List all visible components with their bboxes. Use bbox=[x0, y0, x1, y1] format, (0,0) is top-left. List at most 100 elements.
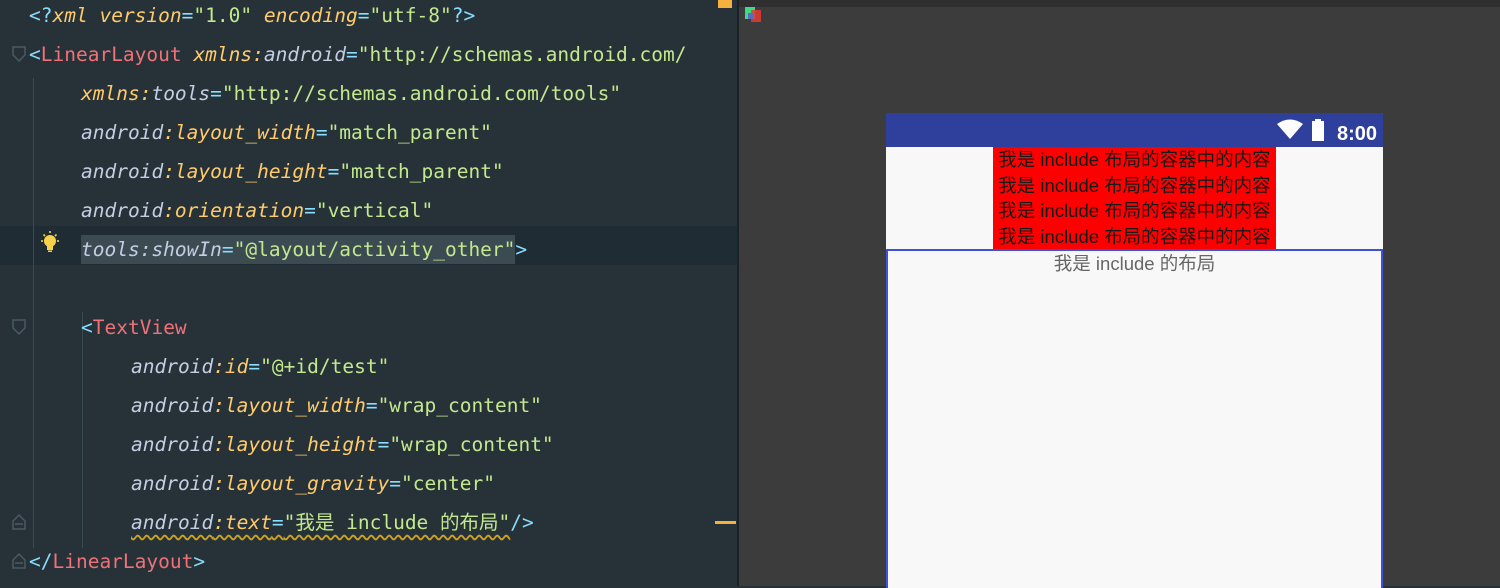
token: android bbox=[81, 199, 164, 222]
included-layout-box[interactable]: 我是 include 的布局 bbox=[886, 249, 1383, 588]
token: "center" bbox=[401, 472, 495, 495]
container-text-line: 我是 include 布局的容器中的内容 bbox=[998, 225, 1271, 247]
token: = bbox=[248, 355, 261, 378]
code-line-3[interactable]: xmlns:tools="http://schemas.android.com/… bbox=[81, 74, 621, 113]
token: LinearLayout bbox=[52, 550, 194, 573]
token: tools bbox=[151, 82, 211, 105]
token: :id bbox=[213, 355, 249, 378]
code-line-5[interactable]: android:layout_height="match_parent" bbox=[81, 152, 504, 191]
token: = bbox=[271, 511, 284, 534]
token: <? bbox=[29, 4, 53, 27]
warning-squiggle[interactable]: android:text="我是 include 的布局" bbox=[131, 511, 510, 534]
token: android bbox=[131, 394, 214, 417]
include-textview[interactable]: 我是 include 的布局 bbox=[888, 251, 1381, 277]
token: version bbox=[87, 4, 182, 27]
battery-icon bbox=[1312, 119, 1324, 141]
fold-icon[interactable] bbox=[10, 45, 28, 63]
token: < bbox=[81, 316, 93, 339]
code-line-12[interactable]: android:layout_height="wrap_content" bbox=[131, 425, 554, 464]
code-line-7[interactable]: tools:showIn="@layout/activity_other"> bbox=[81, 230, 527, 269]
token: android bbox=[81, 160, 164, 183]
container-text-line: 我是 include 布局的容器中的内容 bbox=[998, 149, 1271, 170]
selection: tools:showIn="@layout/activity_other" bbox=[81, 235, 516, 264]
token: "match_parent" bbox=[339, 160, 504, 183]
token: "http://schemas.android.com/tools" bbox=[221, 82, 622, 105]
token: = bbox=[357, 4, 370, 27]
warning-stripe-marker[interactable] bbox=[718, 0, 732, 8]
preview-toolbar bbox=[739, 0, 1500, 7]
code-editor[interactable]: <?xml version="1.0" encoding="utf-8"?> <… bbox=[0, 0, 737, 586]
token: "utf-8" bbox=[369, 4, 452, 27]
token: = bbox=[315, 121, 328, 144]
token: xmlns: bbox=[193, 43, 264, 66]
code-line-4[interactable]: android:layout_width="match_parent" bbox=[81, 113, 492, 152]
token: > bbox=[193, 550, 206, 573]
token: android bbox=[131, 511, 214, 534]
token: = bbox=[377, 433, 390, 456]
token: /> bbox=[510, 511, 534, 534]
code-line-1[interactable]: <?xml version="1.0" encoding="utf-8"?> bbox=[29, 0, 475, 35]
token: :orientation bbox=[163, 199, 305, 222]
token: android bbox=[131, 433, 214, 456]
token: TextView bbox=[92, 316, 187, 339]
token: = bbox=[389, 472, 402, 495]
fold-icon[interactable] bbox=[10, 318, 28, 336]
layout-tool-icon[interactable] bbox=[743, 4, 763, 24]
token: xml bbox=[52, 4, 88, 27]
token: android bbox=[131, 355, 214, 378]
code-line-10[interactable]: android:id="@+id/test" bbox=[131, 347, 389, 386]
token: :text bbox=[213, 511, 272, 534]
token: ?> bbox=[451, 4, 476, 27]
token: android bbox=[131, 472, 214, 495]
token: = bbox=[181, 4, 194, 27]
token: :layout_height bbox=[163, 160, 328, 183]
layout-preview-pane[interactable]: 8:00 我是 include 布局的容器中的内容 我是 include 布局的… bbox=[739, 0, 1500, 588]
token: "1.0" bbox=[193, 4, 253, 27]
wifi-icon bbox=[1277, 119, 1303, 139]
container-text-line: 我是 include 布局的容器中的内容 bbox=[998, 174, 1271, 196]
code-line-6[interactable]: android:orientation="vertical" bbox=[81, 191, 433, 230]
token: "@+id/test" bbox=[260, 355, 390, 378]
fold-icon[interactable] bbox=[10, 552, 28, 570]
code-line-15[interactable]: </LinearLayout> bbox=[29, 542, 205, 581]
token: = bbox=[210, 82, 222, 105]
code-line-13[interactable]: android:layout_gravity="center" bbox=[131, 464, 495, 503]
token: :layout_height bbox=[213, 433, 378, 456]
indent-guide bbox=[82, 312, 83, 548]
indent-guide bbox=[33, 78, 34, 548]
token: "@layout/activity_other" bbox=[233, 238, 516, 261]
container-text-line: 我是 include 布局的容器中的内容 bbox=[998, 200, 1271, 221]
token: xmlns: bbox=[81, 82, 152, 105]
token: = bbox=[346, 43, 358, 66]
device-screen[interactable]: 8:00 我是 include 布局的容器中的内容 我是 include 布局的… bbox=[886, 113, 1383, 588]
token: :layout_gravity bbox=[213, 472, 390, 495]
token: "vertical" bbox=[315, 199, 434, 222]
code-line-9[interactable]: <TextView bbox=[81, 308, 187, 347]
token: :layout_width bbox=[163, 121, 316, 144]
code-line-11[interactable]: android:layout_width="wrap_content" bbox=[131, 386, 542, 425]
token: "wrap_content" bbox=[377, 394, 542, 417]
token: :layout_width bbox=[213, 394, 366, 417]
code-line-14[interactable]: android:text="我是 include 的布局"/> bbox=[131, 503, 534, 542]
token: = bbox=[221, 238, 234, 261]
status-bar: 8:00 bbox=[886, 113, 1383, 147]
token: < bbox=[29, 43, 41, 66]
token: "match_parent" bbox=[327, 121, 492, 144]
token: = bbox=[304, 199, 316, 222]
warning-stripe-marker[interactable] bbox=[715, 521, 736, 524]
token: android bbox=[81, 121, 164, 144]
token: </ bbox=[29, 550, 53, 573]
status-time: 8:00 bbox=[1336, 123, 1377, 145]
token: android bbox=[263, 43, 347, 66]
token: "我是 include 的布局" bbox=[283, 511, 511, 534]
code-line-2[interactable]: <LinearLayout xmlns:android="http://sche… bbox=[29, 35, 687, 74]
token: "wrap_content" bbox=[389, 433, 554, 456]
token: tools:showIn bbox=[81, 238, 222, 261]
token: encoding bbox=[252, 4, 358, 27]
fold-icon[interactable] bbox=[10, 513, 28, 531]
include-container-content[interactable]: 我是 include 布局的容器中的内容 我是 include 布局的容器中的内… bbox=[993, 147, 1276, 249]
token: = bbox=[327, 160, 340, 183]
lightbulb-icon[interactable] bbox=[38, 230, 62, 254]
token: = bbox=[365, 394, 378, 417]
